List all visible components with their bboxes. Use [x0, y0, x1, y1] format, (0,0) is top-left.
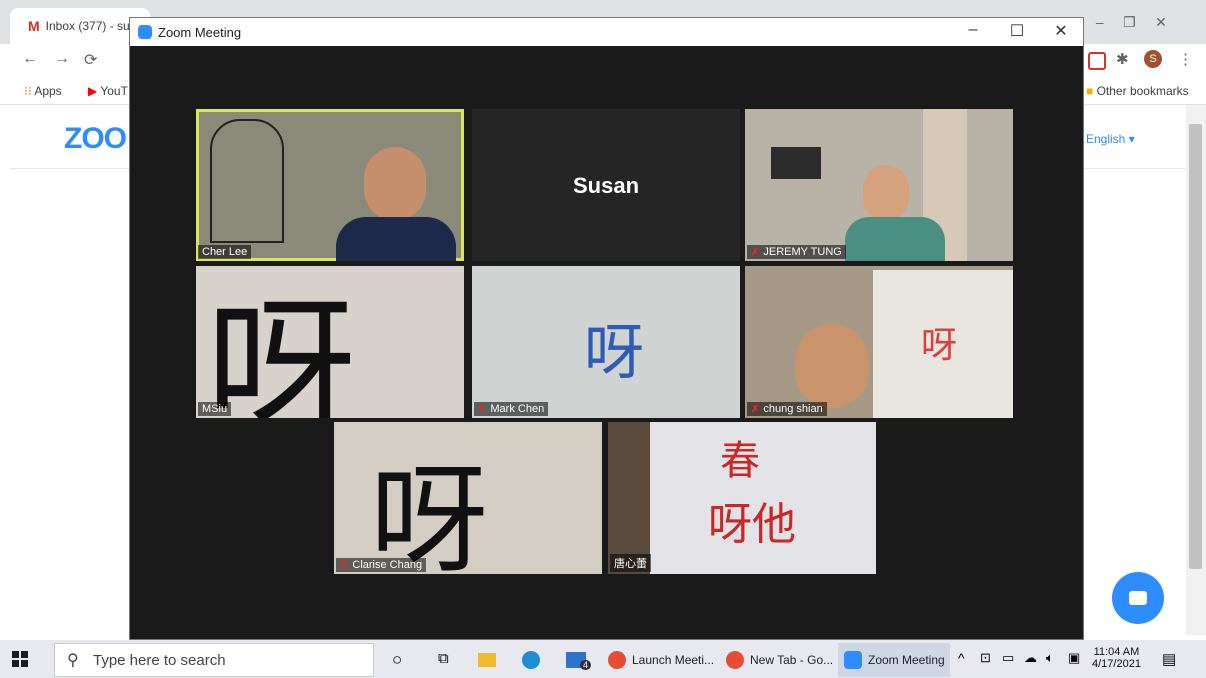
bookmark-other[interactable]: ■ Other bookmarks — [1086, 84, 1189, 98]
file-explorer-icon[interactable] — [478, 653, 496, 667]
video-tile-clarise-chang[interactable]: 呀 ✗ Clarise Chang — [334, 422, 602, 574]
hair — [608, 422, 650, 574]
mic-muted-icon: ✗ — [478, 403, 487, 415]
video-tile-msiu[interactable]: 呀 MSiu — [196, 266, 464, 418]
browser-tab-gmail[interactable]: M Inbox (377) - su — [10, 8, 150, 44]
taskbar-app-new-tab[interactable]: New Tab - Go... — [726, 643, 833, 677]
menu-icon[interactable]: ⋮ — [1178, 50, 1193, 68]
scroll-thumb[interactable] — [1189, 124, 1202, 569]
bookmark-apps[interactable]: ⁝⁝ Apps — [24, 84, 62, 98]
system-clock[interactable]: 11:04 AM 4/17/2021 — [1092, 646, 1141, 670]
reload-icon[interactable]: ⟳ — [84, 50, 97, 70]
close-button[interactable]: ✕ — [1046, 21, 1076, 41]
taskbar-app-launch-meeting[interactable]: Launch Meeti... — [608, 643, 714, 677]
handwritten-character: 呀 — [584, 318, 644, 388]
minimize-button[interactable]: – — [958, 21, 988, 39]
clock-time: 11:04 AM — [1093, 646, 1140, 658]
bookmark-youtube[interactable]: ▶ YouT — [88, 84, 128, 98]
video-tile-cher-lee[interactable]: Cher Lee — [196, 109, 464, 261]
zoom-icon — [844, 651, 862, 669]
handwritten-text-line2: 呀他 — [708, 499, 796, 550]
puzzle-icon[interactable]: ✱ — [1116, 50, 1129, 68]
tab-title: Inbox (377) - su — [45, 19, 130, 33]
participant-name: 唐心蕾 — [610, 554, 651, 572]
participant-name: MSiu — [198, 402, 232, 416]
window-title: Zoom Meeting — [158, 24, 242, 40]
video-tile-tang-xinlei[interactable]: 春 呀他 唐心蕾 — [608, 422, 876, 574]
participant-name: ✗ Mark Chen — [474, 402, 549, 416]
clock-date: 4/17/2021 — [1092, 658, 1141, 670]
battery-icon[interactable]: ▣ — [1068, 650, 1080, 666]
video-tile-mark-chen[interactable]: 呀 ✗ Mark Chen — [472, 266, 740, 418]
forward-icon[interactable]: → — [54, 50, 70, 68]
participant-name-large: Susan — [572, 173, 640, 198]
back-icon[interactable]: ← — [22, 50, 38, 68]
chrome-icon — [726, 651, 744, 669]
edge-icon[interactable] — [522, 651, 540, 669]
chat-button[interactable] — [1112, 572, 1164, 624]
handwritten-text-line1: 春 — [720, 438, 760, 484]
apps-grid-icon: ⁝⁝ — [24, 84, 32, 98]
cortana-icon[interactable]: ○ — [392, 650, 402, 670]
shirt — [336, 217, 456, 261]
maximize-button[interactable]: ☐ — [1002, 21, 1032, 41]
language-selector[interactable]: English ▾ — [1086, 132, 1135, 146]
face — [795, 324, 869, 408]
mic-muted-icon: ✗ — [751, 403, 760, 415]
face — [364, 147, 426, 221]
chrome-icon — [608, 651, 626, 669]
browser-window-controls[interactable]: – ❐ ✕ — [1092, 14, 1167, 31]
meet-now-icon[interactable]: ⊡ — [980, 650, 991, 666]
handwritten-character: 呀 — [921, 325, 958, 366]
taskbar-app-zoom-meeting[interactable]: Zoom Meeting — [838, 643, 950, 677]
mic-muted-icon: ✗ — [340, 559, 349, 571]
search-icon: ⚲ — [67, 652, 79, 669]
shirt — [845, 217, 945, 261]
participant-name: ✗ chung shian — [747, 402, 827, 416]
mic-muted-icon: ✗ — [751, 246, 760, 258]
gmail-icon: M — [28, 18, 40, 34]
taskbar-search-input[interactable]: ⚲ Type here to search — [54, 643, 374, 677]
chevron-up-icon[interactable]: ^ — [958, 650, 965, 666]
zoom-titlebar[interactable]: Zoom Meeting – ☐ ✕ — [130, 18, 1083, 46]
start-button[interactable] — [12, 651, 28, 667]
chat-icon — [1129, 591, 1147, 605]
volume-icon[interactable]: 🔈︎ — [1046, 650, 1054, 666]
zoom-app-icon — [138, 25, 152, 39]
tv — [771, 147, 821, 179]
onedrive-icon[interactable]: ☁ — [1024, 650, 1037, 666]
handwritten-character: 呀 — [370, 451, 489, 574]
handwritten-character: 呀 — [206, 283, 357, 418]
notifications-icon[interactable]: ▤ — [1162, 650, 1176, 668]
avatar[interactable]: S — [1144, 50, 1162, 68]
video-tile-jeremy-tung[interactable]: ✗ JEREMY TUNG — [745, 109, 1013, 261]
video-tile-chung-shian[interactable]: 呀 ✗ chung shian — [745, 266, 1013, 418]
zoom-logo: ZOO — [64, 122, 127, 155]
zoom-meeting-window: Zoom Meeting – ☐ ✕ Cher Lee Susan ✗ JEREM… — [130, 18, 1083, 639]
participant-name: Cher Lee — [198, 245, 252, 259]
network-icon[interactable]: ▭ — [1002, 650, 1014, 666]
gate-decoration — [210, 119, 284, 243]
participant-name: ✗ JEREMY TUNG — [747, 245, 846, 259]
extension-icon[interactable] — [1088, 52, 1106, 70]
folder-icon: ■ — [1086, 84, 1094, 98]
youtube-icon: ▶ — [88, 84, 98, 98]
mail-badge: 4 — [580, 660, 592, 670]
face — [863, 165, 909, 221]
mail-icon[interactable]: 4 — [566, 652, 592, 670]
video-tile-susan[interactable]: Susan — [472, 109, 740, 261]
task-view-icon[interactable]: ⧉ — [438, 650, 449, 667]
participant-name: ✗ Clarise Chang — [336, 558, 427, 572]
